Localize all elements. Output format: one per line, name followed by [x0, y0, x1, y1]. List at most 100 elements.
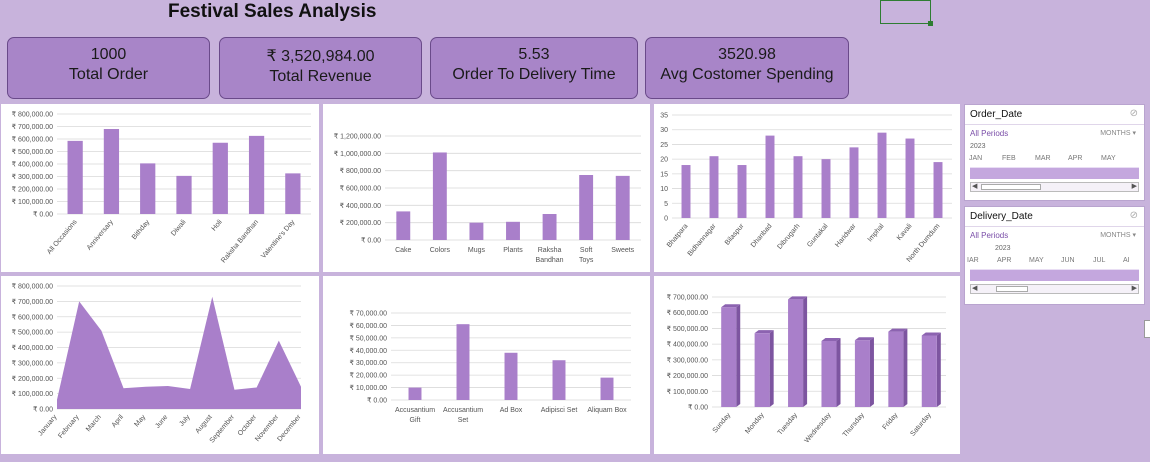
scroll-right-icon[interactable]: ▶: [1132, 284, 1137, 292]
bar[interactable]: [542, 214, 557, 240]
bar[interactable]: [504, 352, 518, 400]
kpi-value: 1000: [90, 46, 127, 63]
kpi-value: 3520.98: [718, 46, 776, 63]
slicer-delivery-date[interactable]: Delivery_Date ⊘ All Periods MONTHS ▾ 2023 …: [964, 206, 1145, 305]
bar[interactable]: [285, 173, 301, 214]
x-tick-label: Wednesday: [803, 411, 832, 444]
chart-sales-by-category[interactable]: ₹ 0.00 ₹ 200,000.00 ₹ 400,000.00 ₹ 600,000.…: [323, 104, 650, 272]
scroll-thumb[interactable]: [981, 184, 1041, 190]
y-tick-label: 10: [660, 186, 668, 193]
x-tick-label: Bithday: [131, 218, 152, 241]
bar[interactable]: [176, 175, 192, 214]
bar[interactable]: [737, 165, 747, 218]
x-tick-label: March: [85, 414, 103, 433]
bar[interactable]: [67, 140, 83, 214]
y-tick-label: ₹ 600,000.00: [12, 136, 54, 144]
scroll-thumb[interactable]: [996, 286, 1028, 292]
bar[interactable]: [552, 360, 566, 400]
bar[interactable]: [506, 221, 520, 240]
bar[interactable]: [432, 152, 447, 240]
x-tick-label: Bilaspur: [724, 222, 746, 246]
bar[interactable]: [579, 175, 594, 240]
kpi-label: Avg Costomer Spending: [660, 66, 834, 83]
kpi-card-delivery-time[interactable]: 5.53 Order To Delivery Time: [430, 37, 638, 99]
bar[interactable]: [821, 341, 837, 407]
x-tick-label: Bidhannagar: [687, 222, 718, 257]
chart-orders-by-city[interactable]: 0 5 10 15 20 25 30 35 Bhatpara Bidhannagar Bilaspu…: [654, 104, 960, 272]
bar[interactable]: [456, 324, 470, 400]
bar[interactable]: [709, 156, 719, 218]
selected-cell[interactable]: [880, 0, 933, 26]
bar[interactable]: [765, 135, 775, 218]
x-tick-label: Soft: [580, 247, 593, 254]
kpi-card-total-revenue[interactable]: ₹ 3,520,984.00 Total Revenue: [219, 37, 422, 99]
bar[interactable]: [854, 340, 870, 407]
y-tick-label: ₹ 40,000.00: [349, 347, 387, 355]
slicer-months: IAR APR MAY JUN JUL AI: [967, 257, 1130, 264]
bar[interactable]: [212, 142, 228, 214]
bar[interactable]: [681, 165, 691, 218]
y-tick-label: ₹ 100,000.00: [12, 390, 54, 398]
slicer-order-date[interactable]: Order_Date ⊘ All Periods MONTHS ▾ 2023 JAN…: [964, 104, 1145, 201]
scroll-left-icon[interactable]: ◀: [972, 284, 977, 292]
x-tick-label: Set: [458, 417, 469, 424]
chart-sales-by-occasion[interactable]: ₹ 0.00 ₹ 100,000.00 ₹ 200,000.00 ₹ 300,000.…: [1, 104, 319, 272]
bar[interactable]: [921, 335, 937, 408]
bar[interactable]: [408, 387, 422, 400]
x-tick-label: Thursday: [842, 411, 866, 438]
slicer-all-periods[interactable]: All Periods: [970, 129, 1008, 138]
bar[interactable]: [754, 333, 770, 407]
x-tick-label: Sweets: [611, 247, 634, 254]
kpi-card-avg-spending[interactable]: 3520.98 Avg Costomer Spending: [645, 37, 849, 99]
y-tick-label: ₹ 500,000.00: [12, 329, 54, 337]
x-tick-label: Bhatpara: [666, 223, 690, 249]
slicer-title: Delivery_Date: [970, 211, 1033, 222]
y-tick-label: ₹ 300,000.00: [667, 356, 709, 364]
bar[interactable]: [793, 156, 803, 218]
slicer-level-dropdown[interactable]: MONTHS ▾: [1100, 231, 1136, 239]
x-tick-label: Saturday: [909, 411, 933, 437]
bar[interactable]: [849, 147, 859, 218]
bar[interactable]: [469, 222, 484, 240]
clear-filter-icon[interactable]: ⊘: [1130, 108, 1138, 119]
chart-sales-by-product[interactable]: ₹ 0.00 ₹ 10,000.00 ₹ 20,000.00 ₹ 30,000.00 ₹…: [323, 276, 650, 454]
kpi-card-total-order[interactable]: 1000 Total Order: [7, 37, 210, 99]
bar[interactable]: [821, 159, 831, 218]
bar[interactable]: [788, 299, 804, 407]
slicer-timeline-band[interactable]: [970, 167, 1139, 179]
chart-sales-by-month[interactable]: ₹ 0.00 ₹ 100,000.00 ₹ 200,000.00 ₹ 300,000.…: [1, 276, 319, 454]
scroll-left-icon[interactable]: ◀: [972, 182, 977, 190]
bar[interactable]: [103, 129, 120, 214]
bar[interactable]: [721, 307, 737, 407]
y-tick-label: 20: [660, 157, 668, 164]
slicer-scrollbar[interactable]: ◀ ▶: [970, 182, 1139, 192]
x-tick-label: Colors: [430, 247, 451, 254]
bar[interactable]: [600, 377, 614, 400]
bar[interactable]: [248, 135, 265, 214]
y-tick-label: 25: [660, 142, 668, 149]
bar-side: [736, 304, 741, 407]
bar-side: [903, 328, 908, 407]
slicer-all-periods[interactable]: All Periods: [970, 231, 1008, 240]
slicer-timeline-band[interactable]: [970, 269, 1139, 281]
chart-svg: ₹ 0.00 ₹ 200,000.00 ₹ 400,000.00 ₹ 600,000.…: [334, 133, 641, 264]
slicer-level-dropdown[interactable]: MONTHS ▾: [1100, 129, 1136, 137]
sheet-edge-control[interactable]: [1144, 320, 1150, 338]
x-tick-label: Mugs: [468, 247, 486, 254]
bar[interactable]: [140, 163, 156, 214]
x-tick-label: Dhanbad: [750, 223, 774, 249]
bar[interactable]: [905, 138, 915, 218]
bar[interactable]: [615, 175, 630, 240]
clear-filter-icon[interactable]: ⊘: [1130, 210, 1138, 221]
bar[interactable]: [888, 331, 904, 407]
bar[interactable]: [933, 162, 943, 218]
area-series[interactable]: [57, 296, 301, 409]
scroll-right-icon[interactable]: ▶: [1132, 182, 1137, 190]
chart-sales-by-weekday[interactable]: ₹ 0.00 ₹ 100,000.00 ₹ 200,000.00 ₹ 300,000.…: [654, 276, 960, 454]
bar[interactable]: [396, 211, 411, 240]
y-tick-label: ₹ 100,000.00: [12, 198, 54, 206]
bar-side: [869, 337, 874, 407]
y-tick-label: ₹ 400,000.00: [12, 344, 54, 352]
bar[interactable]: [877, 132, 887, 218]
slicer-scrollbar[interactable]: ◀ ▶: [970, 284, 1139, 294]
